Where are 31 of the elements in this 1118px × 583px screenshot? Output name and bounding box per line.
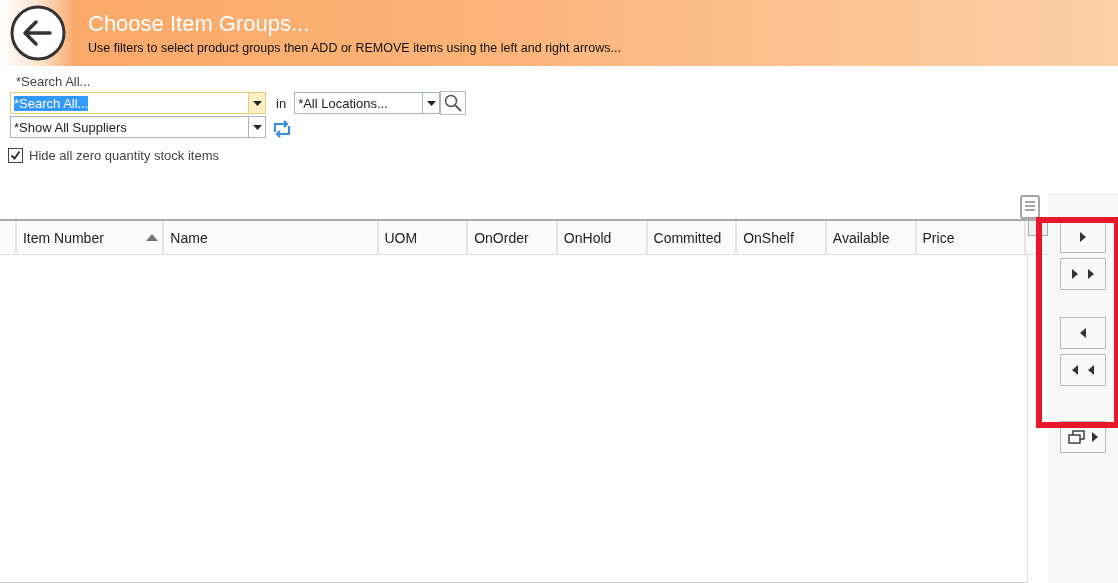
column-header[interactable]: UOM [378, 221, 469, 254]
checkmark-icon [10, 150, 21, 161]
in-label: in [276, 95, 287, 111]
dropdown-icon [252, 124, 262, 130]
hide-zero-checkbox[interactable]: Hide all zero quantity stock items [8, 148, 1118, 163]
search-label: *Search All... [16, 74, 92, 89]
column-header[interactable]: OnShelf [737, 221, 827, 254]
double-left-arrow-icon [1072, 365, 1094, 375]
location-combo[interactable]: *All Locations... [294, 92, 441, 114]
column-header[interactable]: OnOrder [468, 221, 558, 254]
document-icon[interactable] [1020, 195, 1040, 219]
refresh-icon[interactable] [271, 119, 293, 139]
supplier-combo[interactable]: *Show All Suppliers [10, 116, 266, 138]
double-right-arrow-icon [1072, 269, 1094, 279]
column-header[interactable]: Item Number [16, 221, 165, 254]
column-header[interactable]: Committed [647, 221, 738, 254]
page-subtitle: Use filters to select product groups then ADD or REMOVE items using the left and right arrows... [88, 41, 621, 55]
page-title: Choose Item Groups... [88, 11, 311, 37]
move-left-button[interactable] [1060, 354, 1106, 386]
right-arrow-icon [1080, 232, 1086, 242]
move-right-button[interactable] [1060, 258, 1106, 290]
window-arrow-icon [1068, 430, 1098, 444]
column-header[interactable]: Price [916, 221, 1027, 254]
column-header[interactable]: Available [826, 221, 917, 254]
column-header[interactable]: OnHold [557, 221, 648, 254]
dropdown-icon [426, 100, 436, 106]
search-button[interactable] [440, 91, 467, 115]
dropdown-icon [252, 100, 262, 106]
left-arrow-icon [1080, 328, 1086, 338]
back-button[interactable] [8, 3, 68, 63]
column-header[interactable]: Name [164, 221, 379, 254]
